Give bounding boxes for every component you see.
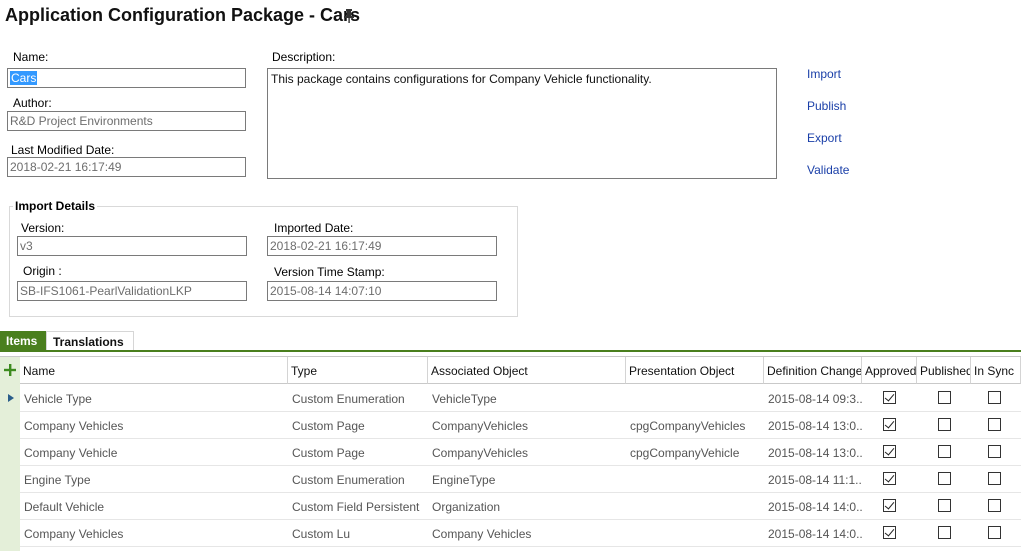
tab-underline [0,350,1021,352]
column-header-published[interactable]: Published [917,357,971,384]
insync-checkbox[interactable] [988,418,1001,431]
publish-link[interactable]: Publish [807,99,846,113]
table-cell-pres[interactable] [626,385,764,412]
add-row-icon[interactable] [4,364,16,376]
insync-checkbox[interactable] [988,391,1001,404]
name-value: Cars [10,71,38,85]
imported-date-field[interactable]: 2018-02-21 16:17:49 [267,236,497,256]
approved-checkbox[interactable] [883,472,896,485]
version-field[interactable]: v3 [17,236,247,256]
table-cell-assoc[interactable]: Company Vehicles [428,520,626,547]
insync-checkbox[interactable] [988,445,1001,458]
import-details-title: Import Details [13,199,98,213]
published-checkbox[interactable] [938,391,951,404]
published-checkbox[interactable] [938,472,951,485]
insync-checkbox[interactable] [988,472,1001,485]
approved-checkbox[interactable] [883,391,896,404]
table-cell-pres[interactable] [626,466,764,493]
published-checkbox[interactable] [938,526,951,539]
table-cell-assoc[interactable]: CompanyVehicles [428,439,626,466]
name-field[interactable]: Cars [7,68,246,88]
table-cell-type[interactable]: Custom Page [288,439,428,466]
table-cell-type[interactable]: Custom Lu [288,520,428,547]
row-gutter [0,357,20,551]
pin-icon[interactable] [342,8,356,24]
table-cell-assoc[interactable]: VehicleType [428,385,626,412]
table-cell-assoc[interactable]: EngineType [428,466,626,493]
table-cell-assoc[interactable]: Organization [428,493,626,520]
table-cell-name[interactable]: Vehicle Type [20,385,288,412]
column-header-approved[interactable]: Approved [862,357,917,384]
table-cell-type[interactable]: Custom Field Persistent [288,493,428,520]
name-label: Name: [13,50,49,64]
column-header-presentation-object[interactable]: Presentation Object [626,357,764,384]
table-cell-changed[interactable]: 2015-08-14 09:3... [764,385,862,412]
table-cell-changed[interactable]: 2015-08-14 11:1... [764,466,862,493]
validate-link[interactable]: Validate [807,163,849,177]
last-modified-field[interactable]: 2018-02-21 16:17:49 [7,157,246,177]
table-cell-changed[interactable]: 2015-08-14 14:0... [764,493,862,520]
insync-checkbox[interactable] [988,526,1001,539]
table-cell-assoc[interactable]: CompanyVehicles [428,412,626,439]
published-checkbox[interactable] [938,499,951,512]
description-field[interactable]: This package contains configurations for… [267,68,777,179]
export-link[interactable]: Export [807,131,842,145]
table-cell-changed[interactable]: 2015-08-14 14:0... [764,520,862,547]
table-cell-name[interactable]: Company Vehicles [20,412,288,439]
table-cell-changed[interactable]: 2015-08-14 13:0... [764,412,862,439]
imported-date-label: Imported Date: [274,221,354,235]
table-cell-type[interactable]: Custom Page [288,412,428,439]
column-header-name[interactable]: Name [20,357,288,384]
import-link[interactable]: Import [807,67,841,81]
author-field[interactable]: R&D Project Environments [7,111,246,131]
published-checkbox[interactable] [938,418,951,431]
tab-items[interactable]: Items [0,331,46,351]
version-timestamp-field[interactable]: 2015-08-14 14:07:10 [267,281,497,301]
table-cell-pres[interactable]: cpgCompanyVehicles [626,412,764,439]
table-cell-pres[interactable]: cpgCompanyVehicle [626,439,764,466]
insync-checkbox[interactable] [988,499,1001,512]
description-label: Description: [272,50,336,64]
approved-checkbox[interactable] [883,445,896,458]
origin-field[interactable]: SB-IFS1061-PearlValidationLKP [17,281,247,301]
row-indicator-icon [8,394,14,402]
table-cell-pres[interactable] [626,493,764,520]
table-cell-type[interactable]: Custom Enumeration [288,466,428,493]
table-cell-pres[interactable] [626,520,764,547]
author-label: Author: [13,96,52,110]
version-label: Version: [21,221,65,235]
table-cell-changed[interactable]: 2015-08-14 13:0... [764,439,862,466]
origin-label: Origin : [23,264,62,278]
table-cell-name[interactable]: Default Vehicle [20,493,288,520]
page-title: Application Configuration Package - Cars [5,5,361,25]
approved-checkbox[interactable] [883,499,896,512]
last-modified-label: Last Modified Date: [11,143,115,157]
table-cell-name[interactable]: Company Vehicles [20,520,288,547]
approved-checkbox[interactable] [883,526,896,539]
column-header-definition-changed[interactable]: Definition Changed [764,357,862,384]
version-timestamp-label: Version Time Stamp: [274,265,385,279]
table-cell-name[interactable]: Company Vehicle [20,439,288,466]
column-header-type[interactable]: Type [288,357,428,384]
table-cell-name[interactable]: Engine Type [20,466,288,493]
approved-checkbox[interactable] [883,418,896,431]
column-header-associated-object[interactable]: Associated Object [428,357,626,384]
tab-translations[interactable]: Translations [46,331,134,351]
column-header-in-sync[interactable]: In Sync [971,357,1021,384]
published-checkbox[interactable] [938,445,951,458]
table-cell-type[interactable]: Custom Enumeration [288,385,428,412]
